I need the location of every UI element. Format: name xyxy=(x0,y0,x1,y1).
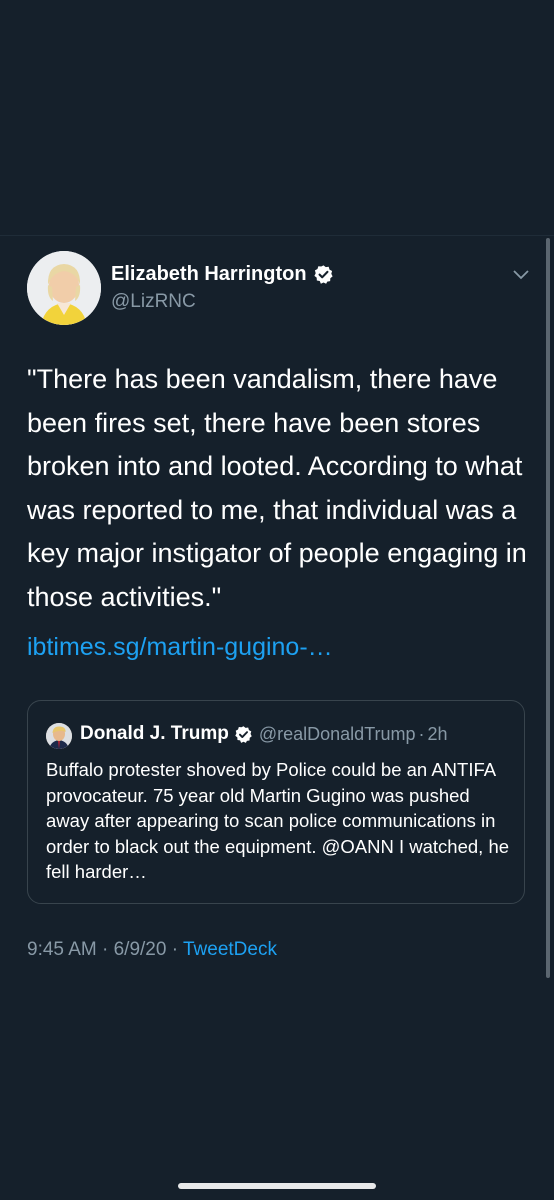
tweet-link[interactable]: ibtimes.sg/martin-gugino-… xyxy=(27,633,333,662)
top-divider xyxy=(0,235,554,236)
quoted-tweet[interactable]: Donald J. Trump @realDonaldTrump · 2h Bu… xyxy=(27,700,525,904)
tweet-meta: 9:45 AM · 6/9/20 · TweetDeck xyxy=(27,939,277,961)
home-indicator[interactable] xyxy=(178,1183,376,1189)
tweet-time: 9:45 AM xyxy=(27,939,97,960)
author-avatar[interactable] xyxy=(27,251,101,325)
quoted-separator: · xyxy=(418,723,425,744)
chevron-down-icon[interactable] xyxy=(513,269,529,281)
tweet-text: "There has been vandalism, there have be… xyxy=(27,364,527,612)
scrollbar[interactable] xyxy=(546,238,550,978)
verified-badge-icon xyxy=(235,725,252,743)
author-handle[interactable]: @LizRNC xyxy=(111,291,196,313)
quoted-tweet-age: 2h xyxy=(427,723,448,744)
author-name[interactable]: Elizabeth Harrington xyxy=(111,263,307,286)
tweet-date: 6/9/20 xyxy=(113,939,167,960)
tweet-source[interactable]: TweetDeck xyxy=(183,939,277,960)
meta-separator: · xyxy=(96,939,114,960)
quoted-author-name: Donald J. Trump xyxy=(80,723,229,744)
quoted-tweet-text: Buffalo protester shoved by Police could… xyxy=(46,759,510,882)
quoted-author-avatar xyxy=(46,723,72,749)
meta-separator: · xyxy=(166,939,183,960)
tweet-header: Elizabeth Harrington @LizRNC xyxy=(27,251,529,327)
quoted-tweet-header: Donald J. Trump @realDonaldTrump · 2h xyxy=(80,723,448,745)
tweet-detail-screen: Elizabeth Harrington @LizRNC "There has … xyxy=(0,0,554,1200)
verified-badge-icon xyxy=(313,265,333,284)
author-name-row[interactable]: Elizabeth Harrington xyxy=(111,263,334,286)
tweet: Elizabeth Harrington @LizRNC "There has … xyxy=(27,251,529,960)
quoted-author-handle: @realDonaldTrump xyxy=(258,723,416,744)
